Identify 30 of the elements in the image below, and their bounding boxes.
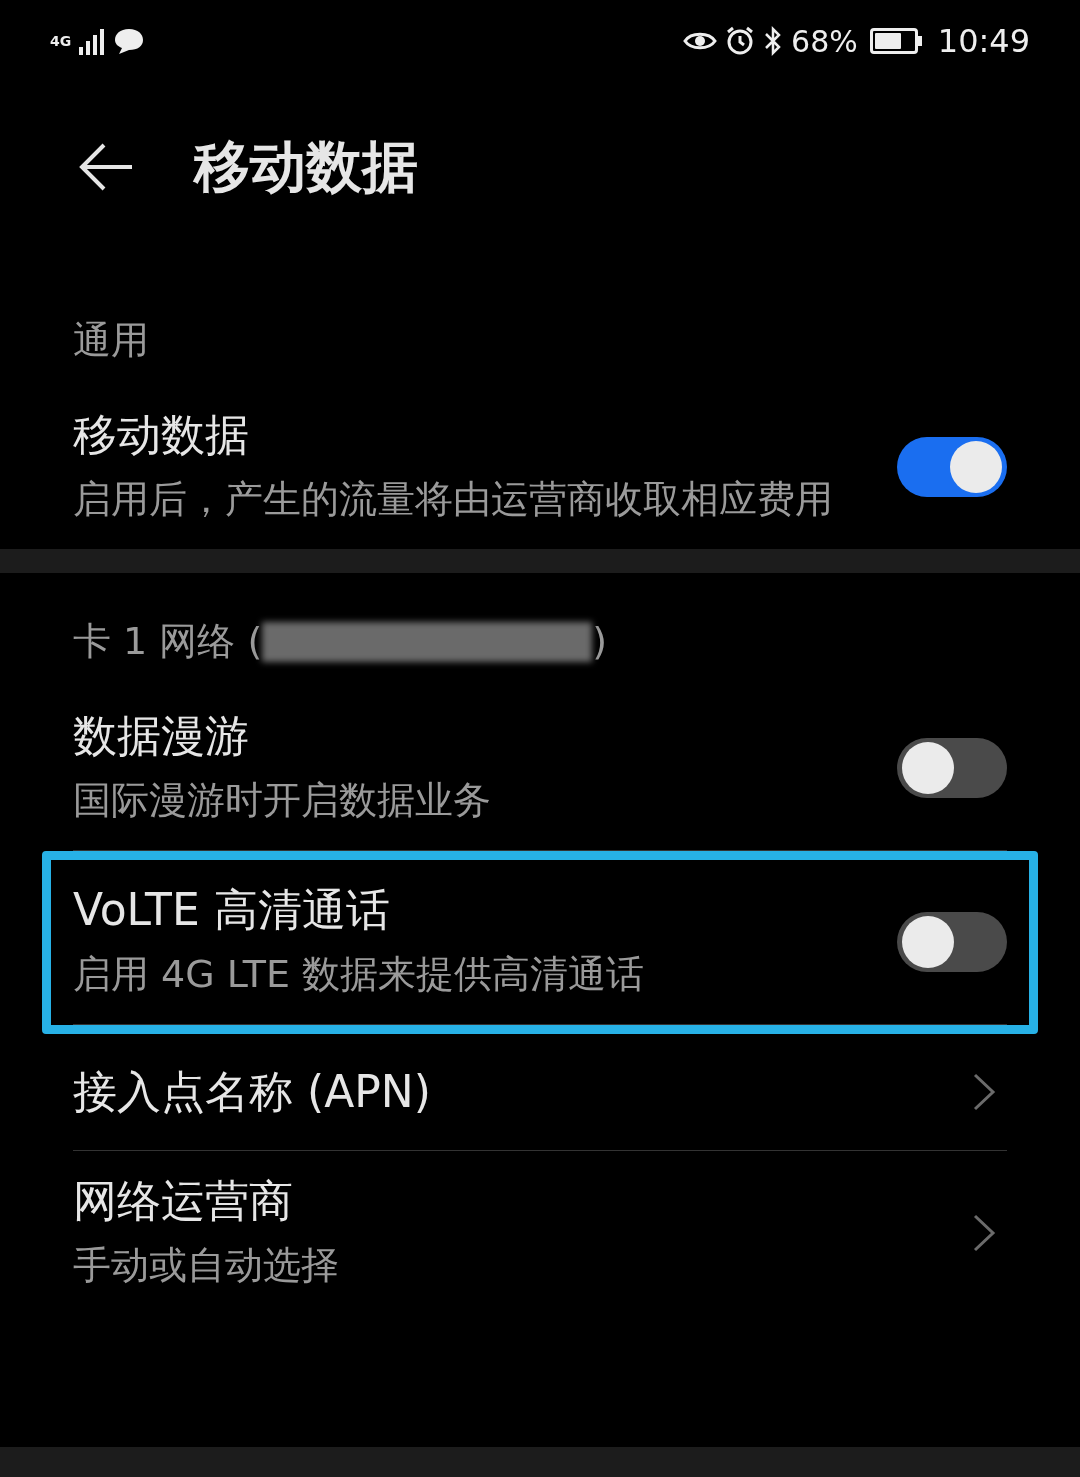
page-title: 移动数据 (194, 133, 418, 201)
setting-title: 接入点名称 (APN) (73, 1065, 432, 1119)
section-header: 卡 1 网络 ( (73, 618, 263, 665)
battery-percent: 68% (791, 22, 858, 61)
setting-description: 国际漫游时开启数据业务 (73, 777, 492, 824)
chat-bubble-icon (113, 27, 146, 55)
setting-row[interactable]: 接入点名称 (APN) (0, 1034, 1080, 1151)
signal-icon (79, 27, 106, 55)
toggle-switch[interactable] (897, 437, 1007, 497)
chevron-right-icon (971, 1072, 997, 1112)
setting-row[interactable]: 数据漫游 国际漫游时开启数据业务 (0, 686, 1080, 851)
section-header: 通用 (73, 317, 149, 364)
setting-title: 数据漫游 (73, 709, 250, 763)
setting-title: 网络运营商 (73, 1174, 294, 1228)
setting-title: VoLTE 高清通话 (73, 883, 391, 937)
back-arrow-icon[interactable] (78, 142, 134, 192)
setting-title: 移动数据 (73, 408, 250, 462)
setting-description: 手动或自动选择 (73, 1242, 340, 1289)
toggle-switch[interactable] (897, 738, 1007, 798)
toggle-switch[interactable] (897, 912, 1007, 972)
setting-row[interactable]: 网络运营商 手动或自动选择 (0, 1151, 1080, 1315)
setting-row[interactable]: 移动数据 启用后，产生的流量将由运营商收取相应费用 (0, 385, 1080, 549)
chevron-right-icon (971, 1213, 997, 1253)
setting-description: 启用 4G LTE 数据来提供高清通话 (73, 951, 646, 998)
clock: 10:49 (937, 21, 1030, 62)
section-header-suffix: ) (592, 618, 608, 665)
setting-description: 启用后，产生的流量将由运营商收取相应费用 (73, 476, 834, 523)
alarm-icon (725, 26, 756, 56)
network-type: 4G (50, 34, 72, 48)
battery-icon (869, 28, 922, 54)
